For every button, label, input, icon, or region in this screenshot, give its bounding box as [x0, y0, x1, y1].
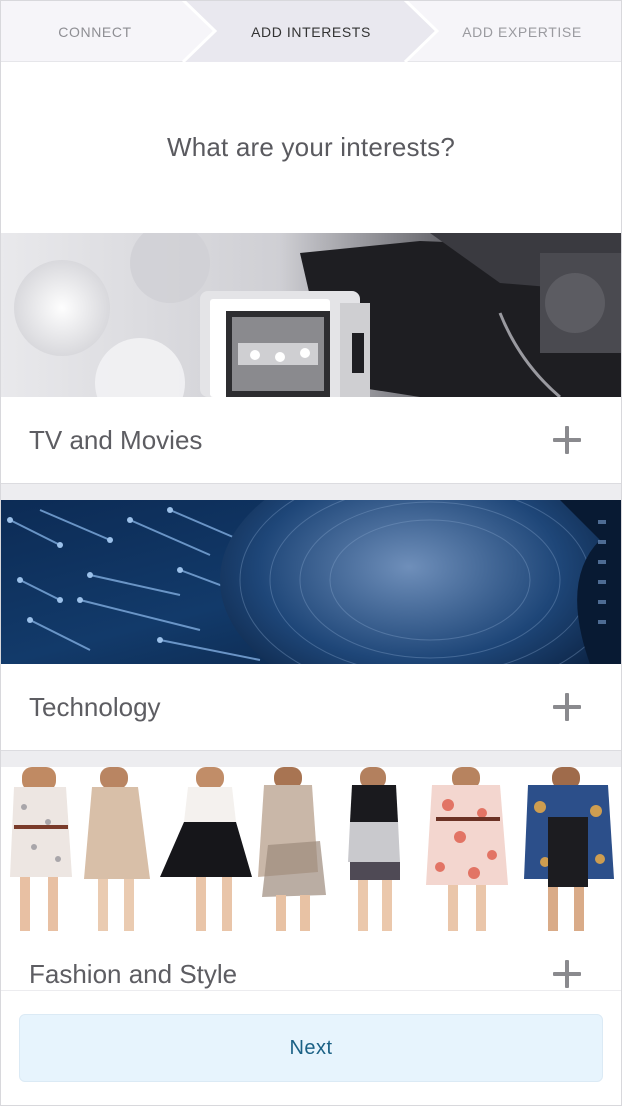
plus-icon[interactable] [553, 426, 581, 454]
tv-movies-banner-image [0, 233, 622, 397]
interest-label: Technology [29, 692, 161, 722]
technology-banner-image [0, 500, 622, 664]
footer-bar: Next [0, 990, 622, 1106]
step-add-expertise[interactable]: ADD EXPERTISE [432, 0, 612, 62]
step-add-interests[interactable]: ADD INTERESTS [190, 0, 432, 62]
interest-label: Fashion and Style [29, 959, 238, 989]
interest-row-technology[interactable]: Technology [0, 664, 622, 750]
page-title: What are your interests? [166, 132, 456, 162]
plus-icon[interactable] [553, 693, 581, 721]
next-button[interactable]: Next [19, 1014, 603, 1082]
step-connect[interactable]: CONNECT [0, 0, 190, 62]
progress-stepper: CONNECT ADD INTERESTS ADD EXPERTISE [0, 0, 622, 62]
card-separator [0, 483, 622, 500]
fashion-banner-image [0, 767, 622, 931]
plus-icon[interactable] [553, 960, 581, 988]
interest-row-tv-and-movies[interactable]: TV and Movies [0, 397, 622, 483]
card-separator [0, 750, 622, 767]
interest-label: TV and Movies [29, 425, 203, 455]
heading-section: What are your interests? [0, 62, 622, 233]
